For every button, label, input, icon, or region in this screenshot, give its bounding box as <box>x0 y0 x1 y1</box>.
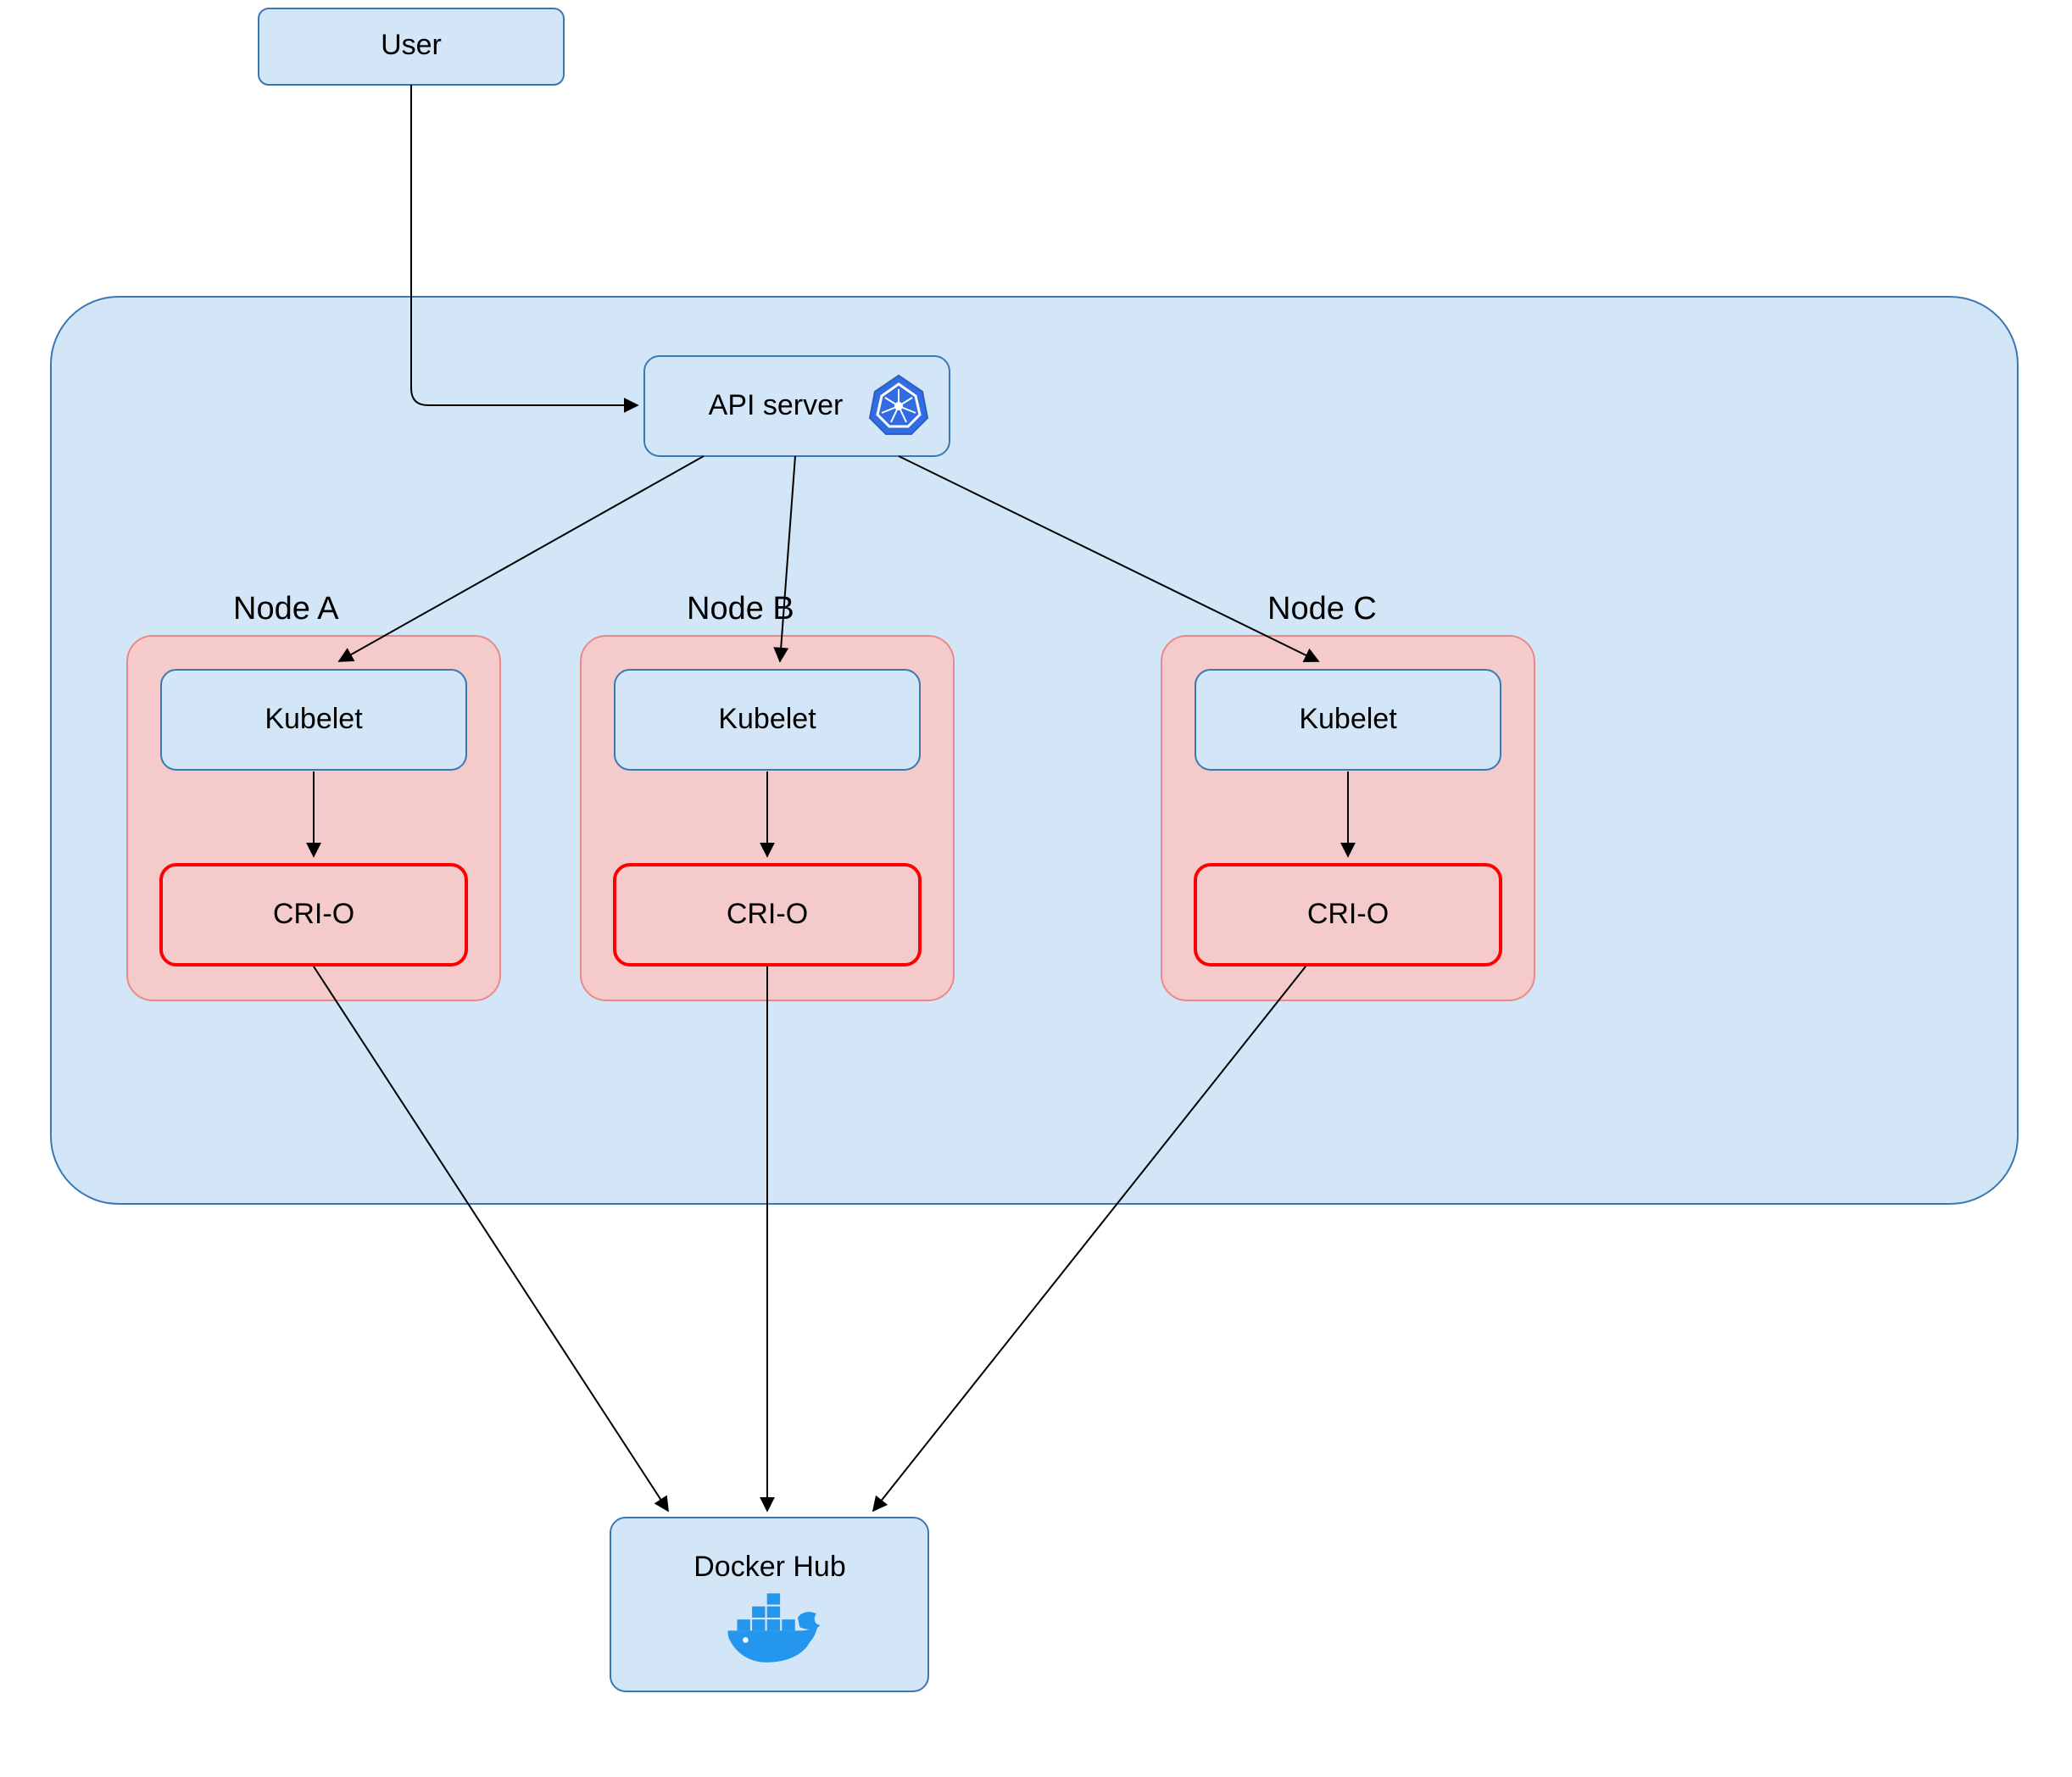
user-label: User <box>381 29 442 61</box>
api-server-label: API server <box>709 389 844 421</box>
diagram-canvas: User API server Node A Kubelet CRI-O Nod… <box>0 0 2072 1777</box>
node-c-crio-label: CRI-O <box>1307 898 1389 930</box>
node-c-kubelet-label: Kubelet <box>1299 703 1397 735</box>
node-a-kubelet-label: Kubelet <box>265 703 363 735</box>
node-a-crio-label: CRI-O <box>273 898 354 930</box>
docker-hub-label: Docker Hub <box>693 1551 846 1583</box>
node-a-title: Node A <box>233 591 339 627</box>
node-b-kubelet-label: Kubelet <box>718 703 816 735</box>
node-b-crio-label: CRI-O <box>727 898 808 930</box>
node-c-title: Node C <box>1267 591 1377 627</box>
node-b-title: Node B <box>687 591 794 627</box>
